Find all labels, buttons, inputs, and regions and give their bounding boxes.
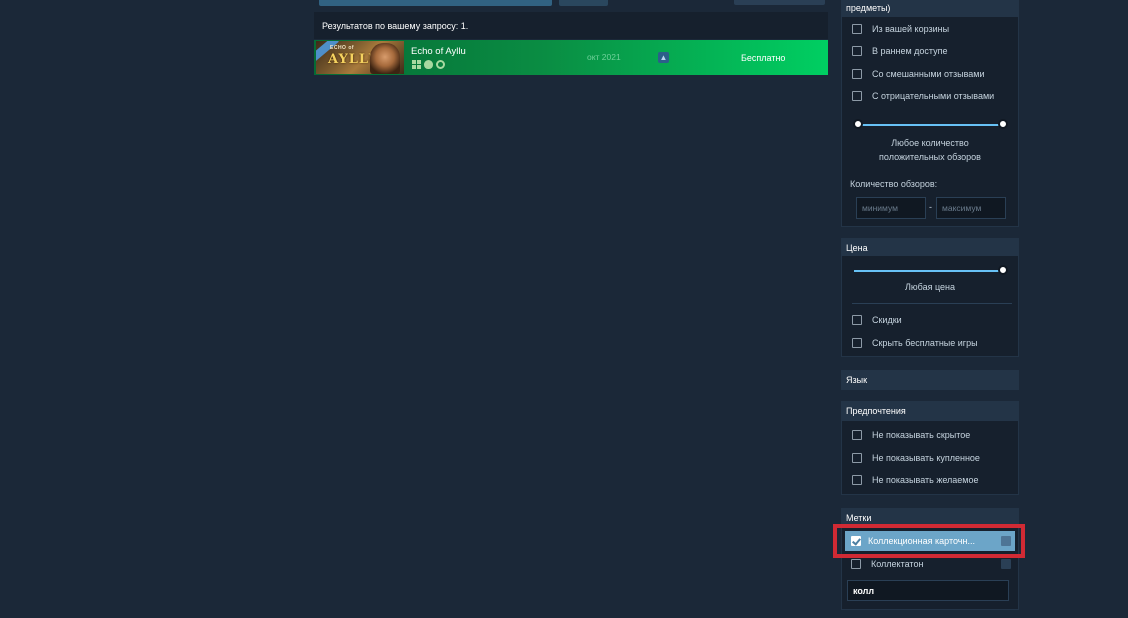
filter-from-cart[interactable]: Из вашей корзины — [852, 22, 949, 36]
filter-hide-owned[interactable]: Не показывать купленное — [852, 451, 980, 465]
panel-title-preferences[interactable]: Предпочтения — [842, 402, 1018, 421]
filter-panel-preferences: Предпочтения Не показывать скрытое Не по… — [841, 401, 1019, 495]
review-count-min-input[interactable]: минимум — [856, 197, 926, 219]
checkbox[interactable] — [852, 453, 862, 463]
tag-collectathon[interactable]: Коллектатон — [851, 557, 923, 571]
checkbox[interactable] — [852, 24, 862, 34]
divider — [852, 303, 1012, 304]
checkbox[interactable] — [852, 46, 862, 56]
filter-label: Не показывать купленное — [872, 453, 980, 463]
filter-label: В раннем доступе — [872, 46, 948, 56]
platform-icons — [412, 60, 445, 69]
price-slider-label: Любая цена — [904, 282, 956, 292]
capsule-logo-top: ECHO of — [330, 45, 355, 51]
tag-exclude-icon[interactable] — [1001, 559, 1011, 569]
price-slider-track[interactable] — [854, 270, 1004, 272]
panel-title-language[interactable]: Язык — [842, 371, 1018, 389]
filter-label: С отрицательными отзывами — [872, 91, 995, 101]
filter-early-access[interactable]: В раннем доступе — [852, 44, 948, 58]
capsule-character — [370, 43, 400, 74]
checkbox[interactable] — [852, 91, 862, 101]
checkbox[interactable] — [852, 338, 862, 348]
review-slider-label-line1: Любое количество — [891, 138, 969, 148]
steam-deck-icon: ▲ — [658, 52, 669, 63]
filter-label: Из вашей корзины — [872, 24, 950, 34]
checkbox[interactable] — [852, 475, 862, 485]
checkbox[interactable] — [852, 315, 862, 325]
filter-label: Со смешанными отзывами — [872, 69, 985, 79]
windows-icon — [412, 60, 421, 69]
filter-label: Скидки — [872, 315, 902, 325]
review-count-max-input[interactable]: максимум — [936, 197, 1006, 219]
search-button[interactable] — [559, 0, 608, 6]
tag-label: Коллектатон — [871, 559, 924, 569]
release-date: окт 2021 — [587, 52, 621, 62]
panel-title-price[interactable]: Цена — [842, 239, 1018, 256]
filter-panel-misc: предметы) Из вашей корзины В раннем дост… — [841, 0, 1019, 227]
filter-hide-ignored[interactable]: Не показывать скрытое — [852, 428, 970, 442]
review-count-label: Количество обзоров: — [850, 179, 938, 189]
filter-discounts[interactable]: Скидки — [852, 313, 902, 327]
highlight-annotation — [833, 524, 1025, 558]
range-separator: - — [929, 202, 932, 212]
sort-dropdown[interactable] — [734, 0, 825, 5]
review-slider-max-handle[interactable] — [998, 119, 1008, 129]
steam-search-page: Результатов по вашему запросу: 1. ECHO o… — [0, 0, 1128, 618]
filter-panel-language[interactable]: Язык — [841, 370, 1019, 390]
game-capsule-image[interactable]: ECHO of AYLLU — [316, 41, 404, 74]
price-slider-handle[interactable] — [998, 265, 1008, 275]
filter-mixed-reviews[interactable]: Со смешанными отзывами — [852, 67, 984, 81]
apple-icon — [424, 60, 433, 69]
checkbox[interactable] — [851, 559, 861, 569]
results-summary-text: Результатов по вашему запросу: 1. — [322, 21, 469, 31]
filter-hide-wishlisted[interactable]: Не показывать желаемое — [852, 473, 979, 487]
steam-icon — [436, 60, 445, 69]
checkbox[interactable] — [852, 69, 862, 79]
review-slider-track[interactable] — [858, 124, 1004, 126]
filter-panel-price: Цена Любая цена Скидки Скрыть бесплатные… — [841, 238, 1019, 357]
review-slider-min-handle[interactable] — [853, 119, 863, 129]
search-result-row[interactable]: ECHO of AYLLU Echo of Ayllu окт 2021 ▲ Б… — [314, 40, 828, 75]
search-input[interactable] — [319, 0, 552, 6]
result-price: Бесплатно — [741, 53, 786, 63]
filter-label: Скрыть бесплатные игры — [872, 338, 978, 348]
tag-search-input[interactable]: колл — [847, 580, 1009, 601]
panel-title-misc: предметы) — [842, 1, 1018, 17]
filter-hide-free[interactable]: Скрыть бесплатные игры — [852, 336, 978, 350]
result-title: Echo of Ayllu — [411, 46, 466, 57]
filter-label: Не показывать скрытое — [872, 430, 971, 440]
filter-negative-reviews[interactable]: С отрицательными отзывами — [852, 89, 994, 103]
filter-label: Не показывать желаемое — [872, 475, 979, 485]
results-summary: Результатов по вашему запросу: 1. — [314, 12, 828, 39]
review-slider-label-line2: положительных обзоров — [879, 152, 981, 162]
checkbox[interactable] — [852, 430, 862, 440]
